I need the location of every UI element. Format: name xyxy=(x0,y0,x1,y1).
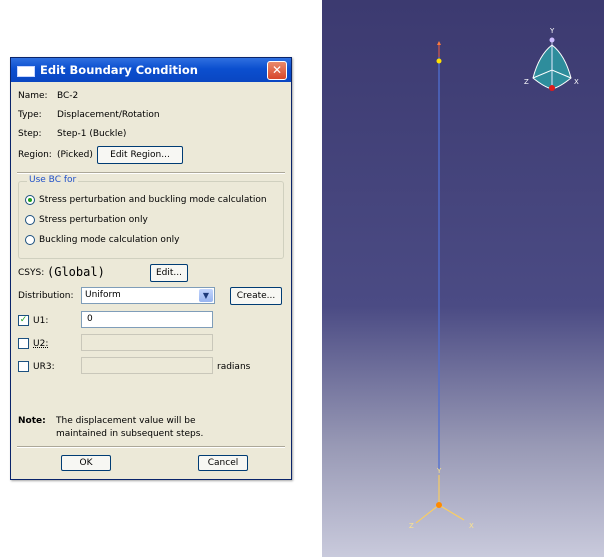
csys-edit-button[interactable]: Edit... xyxy=(150,264,188,282)
name-label: Name: xyxy=(18,91,48,101)
distribution-select[interactable]: Uniform ▼ xyxy=(81,287,215,304)
distribution-label: Distribution: xyxy=(18,291,74,301)
ur3-input[interactable] xyxy=(81,357,213,374)
type-value: Displacement/Rotation xyxy=(57,110,160,120)
region-label: Region: xyxy=(18,150,52,160)
note-line-1: The displacement value will be xyxy=(56,416,196,426)
separator xyxy=(17,172,285,174)
bc-node xyxy=(436,58,442,64)
step-label: Step: xyxy=(18,129,42,139)
window-icon xyxy=(17,66,35,77)
bottom-y-label: Y xyxy=(436,467,442,475)
u1-input[interactable]: 0 xyxy=(81,311,213,328)
radio-buckling-only[interactable] xyxy=(25,235,35,245)
radio-stress-only[interactable] xyxy=(25,215,35,225)
csys-label: CSYS: xyxy=(18,268,45,278)
note-line-2: maintained in subsequent steps. xyxy=(56,429,204,439)
u2-input[interactable] xyxy=(81,334,213,351)
use-bc-for-title: Use BC for xyxy=(27,175,79,185)
radio-label-stress-only: Stress perturbation only xyxy=(39,215,148,225)
triad-y-label: Y xyxy=(549,27,555,35)
close-icon: ✕ xyxy=(271,63,283,77)
cancel-button[interactable]: Cancel xyxy=(198,455,248,471)
view-triad-icon[interactable]: Y Z X xyxy=(524,27,579,91)
ur3-checkbox[interactable] xyxy=(18,361,29,372)
note-label: Note: xyxy=(18,416,46,426)
u1-label: U1: xyxy=(33,316,49,326)
ur3-label: UR3: xyxy=(33,362,55,372)
u1-checkbox[interactable]: ✓ xyxy=(18,315,29,326)
chevron-down-icon[interactable]: ▼ xyxy=(199,289,213,302)
u2-checkbox[interactable] xyxy=(18,338,29,349)
type-label: Type: xyxy=(18,110,42,120)
create-button[interactable]: Create... xyxy=(230,287,282,305)
edit-region-button[interactable]: Edit Region... xyxy=(97,146,183,164)
separator xyxy=(17,446,285,448)
bc-arrow-icon xyxy=(437,41,441,45)
close-button[interactable]: ✕ xyxy=(267,61,287,80)
step-value: Step-1 (Buckle) xyxy=(57,129,127,139)
bottom-axes: Y Z X xyxy=(409,467,474,530)
distribution-value: Uniform xyxy=(85,290,121,300)
u2-label: U2: xyxy=(33,339,49,349)
bottom-x-label: X xyxy=(469,522,474,530)
ok-button[interactable]: OK xyxy=(61,455,111,471)
triad-x-label: X xyxy=(574,78,579,86)
region-value: (Picked) xyxy=(57,150,93,160)
viewport-canvas: Y Z X Y Z X xyxy=(409,27,579,530)
radio-stress-and-buckling[interactable] xyxy=(25,195,35,205)
radio-label-buckling-only: Buckling mode calculation only xyxy=(39,235,180,245)
dialog-title: Edit Boundary Condition xyxy=(40,63,198,77)
csys-value: (Global) xyxy=(47,265,105,279)
radio-label-stress-and-buckling: Stress perturbation and buckling mode ca… xyxy=(39,195,267,205)
use-bc-for-group: Use BC for Stress perturbation and buckl… xyxy=(18,175,284,259)
bottom-z-label: Z xyxy=(409,522,414,530)
ur3-unit: radians xyxy=(217,362,251,372)
title-bar[interactable]: Edit Boundary Condition ✕ xyxy=(11,58,291,82)
triad-z-label: Z xyxy=(524,78,529,86)
edit-boundary-condition-dialog: Edit Boundary Condition ✕ Name: BC-2 Typ… xyxy=(10,57,292,480)
model-viewport[interactable]: Y Z X Y Z X xyxy=(322,0,604,557)
name-value: BC-2 xyxy=(57,91,79,101)
